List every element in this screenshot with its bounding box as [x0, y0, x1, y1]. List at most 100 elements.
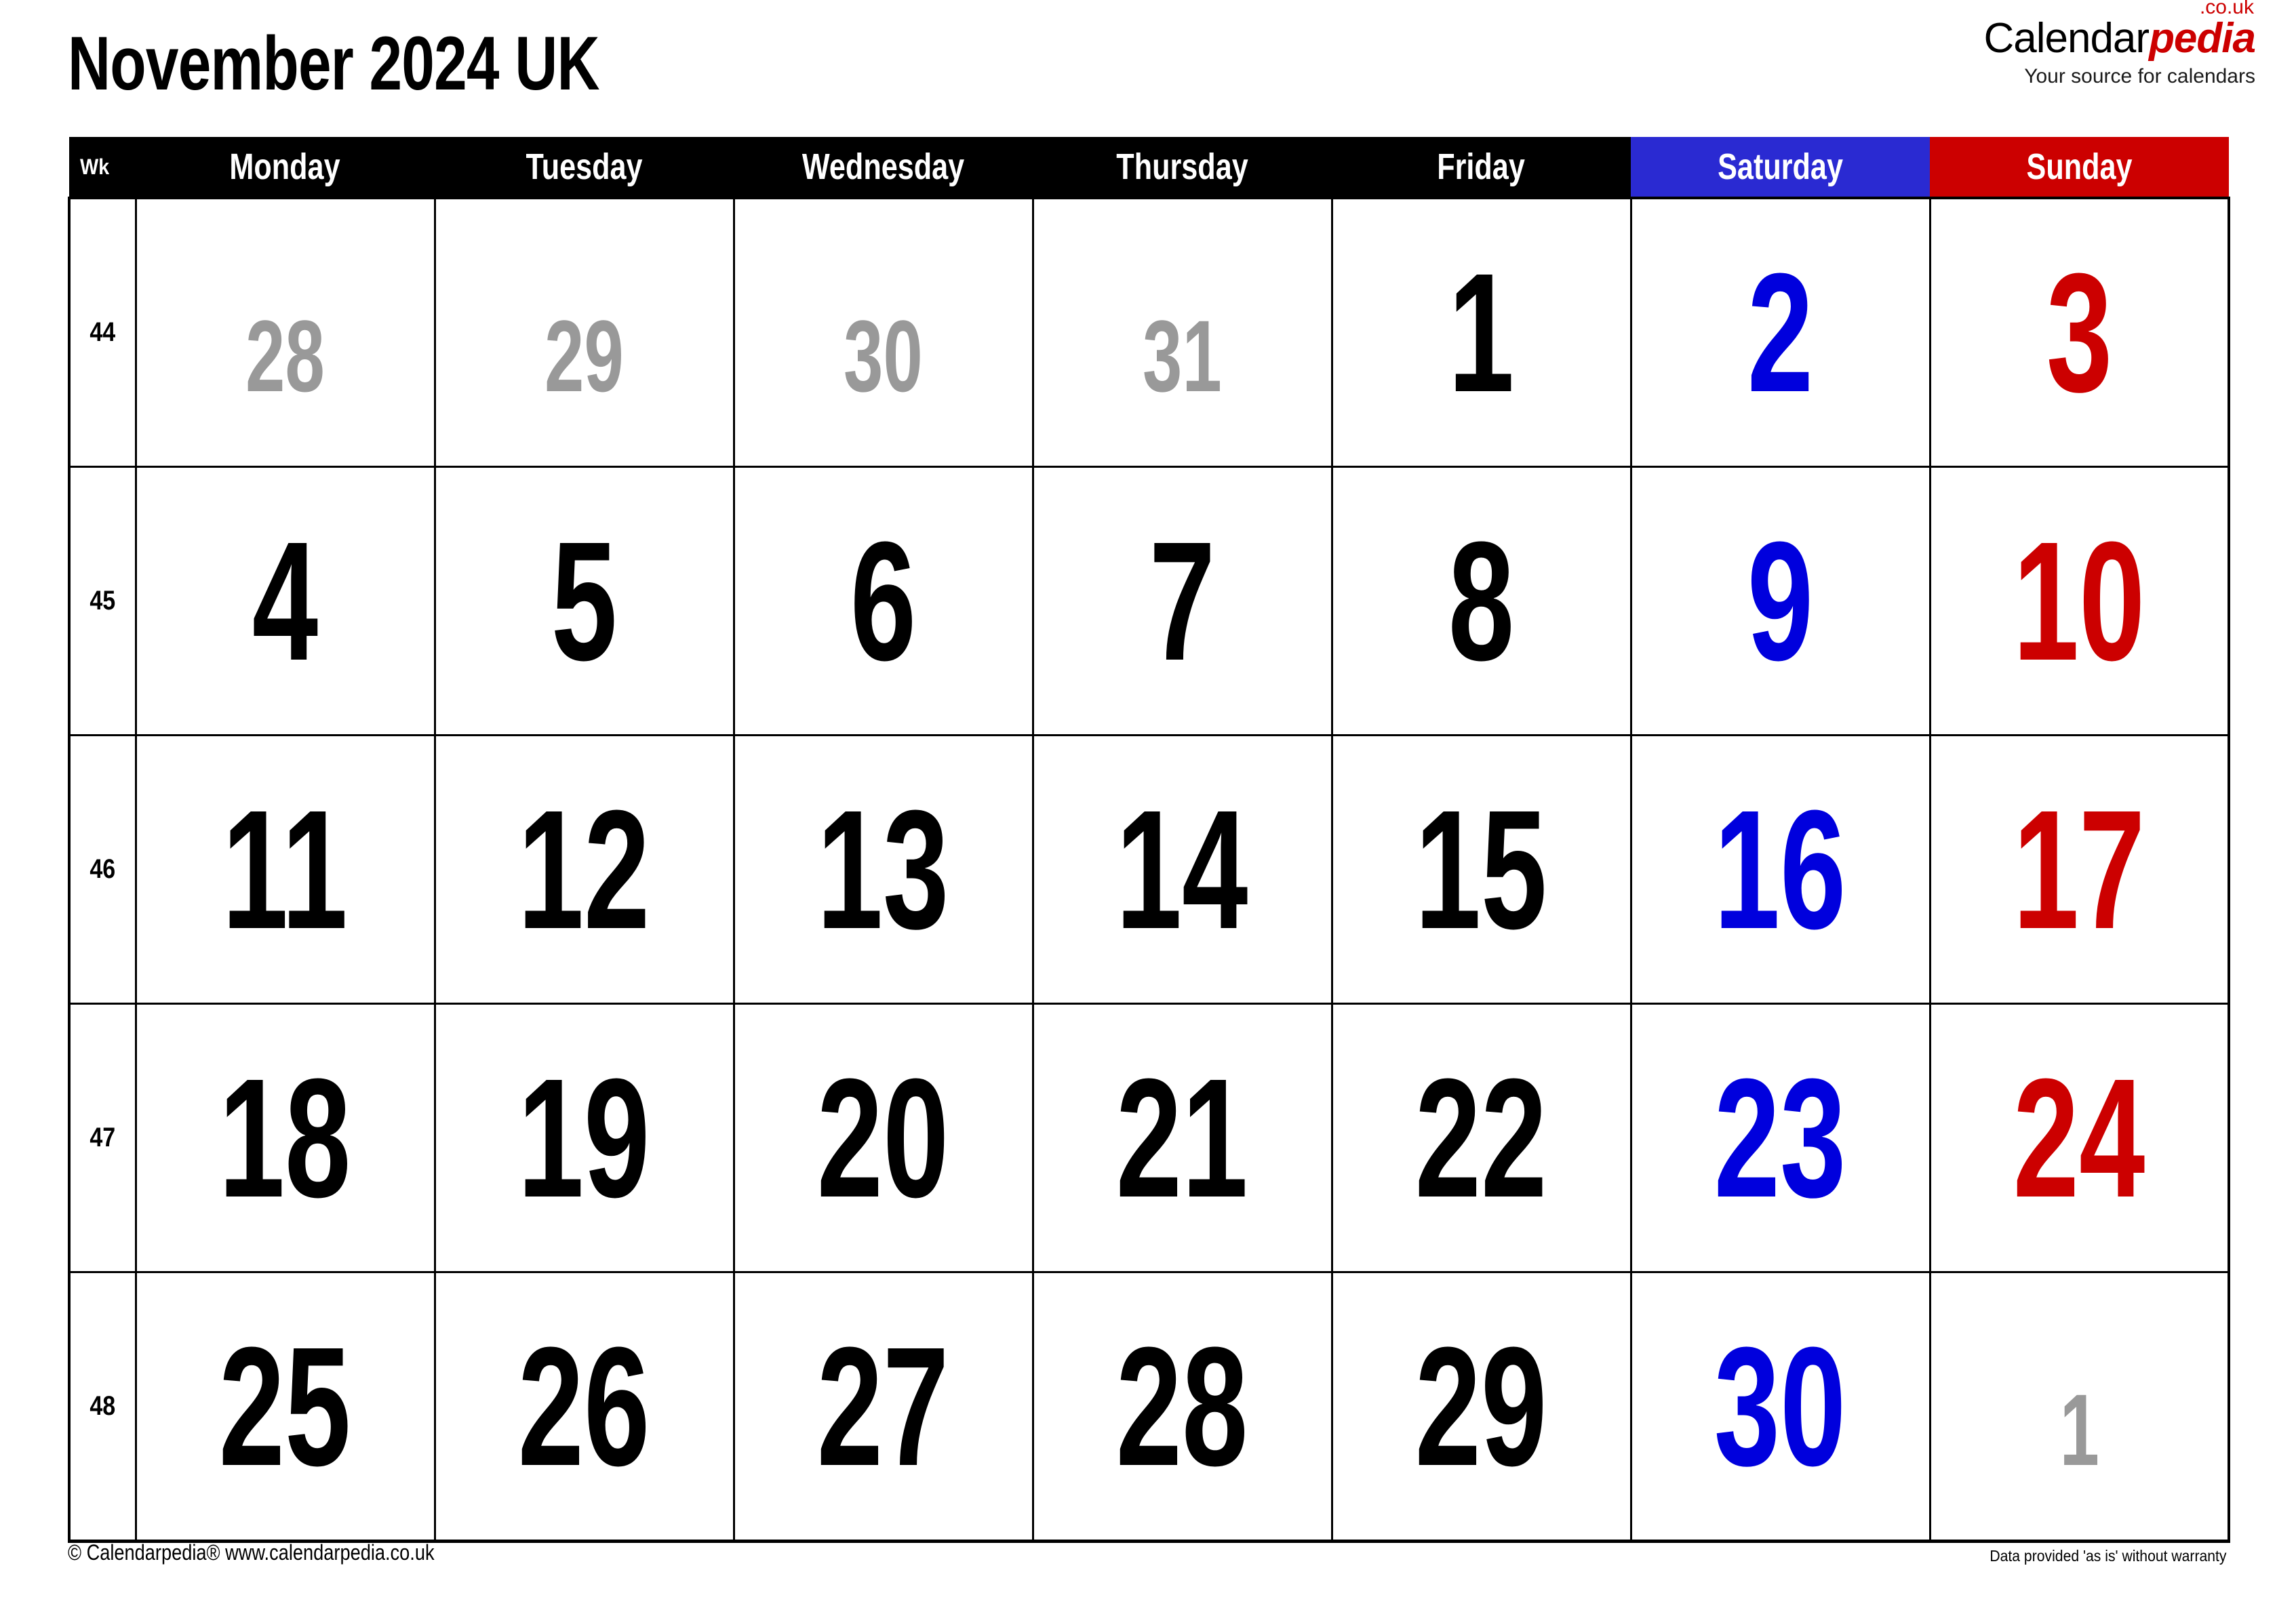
footer-copyright-text: © Calendarpedia® www.calendarpedia.co.uk: [68, 1540, 435, 1565]
day-number: 1: [1448, 237, 1515, 427]
calendar-page: November 2024 UK Calendarpedia .co.uk Yo…: [0, 0, 2296, 1608]
week-number-cell: 48: [68, 1271, 137, 1543]
day-cell[interactable]: 17: [1928, 734, 2230, 1005]
day-number: 17: [2013, 774, 2145, 964]
day-cell[interactable]: 15: [1330, 734, 1632, 1005]
day-number: 25: [219, 1311, 351, 1501]
day-number: 29: [1415, 1311, 1547, 1501]
day-cell[interactable]: 22: [1330, 1003, 1632, 1273]
day-cell[interactable]: 3: [1928, 197, 2230, 468]
day-cell[interactable]: 16: [1629, 734, 1931, 1005]
day-number: 4: [252, 506, 319, 696]
day-number: 7: [1149, 506, 1216, 696]
day-number: 24: [2013, 1043, 2145, 1232]
day-cell[interactable]: 28: [1031, 1271, 1333, 1543]
week-number-label: 47: [90, 1123, 116, 1152]
day-cell[interactable]: 23: [1629, 1003, 1931, 1273]
day-column-header-label: Thursday: [1116, 146, 1248, 187]
day-number: 15: [1415, 774, 1547, 964]
week-number-cell: 45: [68, 466, 137, 736]
page-title: November 2024 UK: [68, 21, 600, 106]
day-number: 19: [518, 1043, 650, 1232]
day-number: 28: [1116, 1311, 1248, 1501]
day-cell[interactable]: 21: [1031, 1003, 1333, 1273]
day-number: 13: [817, 774, 949, 964]
day-cell[interactable]: 29: [1330, 1271, 1632, 1543]
day-cell[interactable]: 6: [732, 466, 1034, 736]
day-cell[interactable]: 5: [433, 466, 735, 736]
day-number: 27: [817, 1311, 949, 1501]
day-cell[interactable]: 27: [732, 1271, 1034, 1543]
day-number: 30: [844, 298, 923, 413]
calendar-week-row: 46 11 12 13 14 15 16 17: [68, 734, 2230, 1005]
logo-pedia-text: pedia: [2149, 15, 2256, 62]
logo-tagline: Your source for calendars: [2024, 65, 2255, 87]
day-cell[interactable]: 10: [1928, 466, 2230, 736]
day-number: 21: [1116, 1043, 1248, 1232]
day-number: 8: [1448, 506, 1515, 696]
day-cell[interactable]: 9: [1629, 466, 1931, 736]
day-cell[interactable]: 2: [1629, 197, 1931, 468]
week-number-column-header: Wk: [69, 137, 136, 198]
day-cell[interactable]: 1: [1330, 197, 1632, 468]
day-column-header-label: Tuesday: [526, 146, 643, 187]
week-number-label: 44: [90, 317, 116, 347]
day-column-header-tuesday: Tuesday: [435, 137, 734, 198]
day-column-header-saturday: Saturday: [1631, 137, 1930, 198]
day-cell[interactable]: 26: [433, 1271, 735, 1543]
week-number-label: 46: [90, 854, 116, 884]
calendarpedia-logo[interactable]: Calendarpedia .co.uk Your source for cal…: [1903, 0, 2256, 113]
day-cell[interactable]: 28: [134, 197, 436, 468]
logo-calendar-text: Calendar: [1983, 15, 2150, 62]
day-cell[interactable]: 30: [732, 197, 1034, 468]
calendar-header-row: Wk Monday Tuesday Wednesday Thursday Friday Sa…: [69, 137, 2229, 198]
day-number: 31: [1143, 298, 1222, 413]
footer-copyright: © Calendarpedia® www.calendarpedia.co.uk: [68, 1540, 499, 1565]
day-number: 28: [245, 298, 325, 413]
calendar-week-row: 47 18 19 20 21 22 23 24: [68, 1003, 2230, 1273]
day-number: 12: [518, 774, 650, 964]
week-number-label: 48: [90, 1391, 116, 1421]
day-cell[interactable]: 1: [1928, 1271, 2230, 1543]
week-number-cell: 46: [68, 734, 137, 1005]
week-number-cell: 44: [68, 197, 137, 468]
day-number: 3: [2046, 237, 2112, 427]
day-cell[interactable]: 8: [1330, 466, 1632, 736]
day-cell[interactable]: 20: [732, 1003, 1034, 1273]
week-number-label: 45: [90, 586, 116, 616]
day-cell[interactable]: 13: [732, 734, 1034, 1005]
day-cell[interactable]: 29: [433, 197, 735, 468]
day-cell[interactable]: 31: [1031, 197, 1333, 468]
day-cell[interactable]: 4: [134, 466, 436, 736]
day-cell[interactable]: 19: [433, 1003, 735, 1273]
day-number: 2: [1747, 237, 1814, 427]
day-column-header-label: Sunday: [2026, 146, 2133, 187]
calendar-week-row: 45 4 5 6 7 8 9 10: [68, 466, 2230, 736]
footer-disclaimer-text: Data provided 'as is' without warranty: [1990, 1547, 2227, 1565]
day-number: 29: [545, 298, 624, 413]
day-number: 1: [2059, 1372, 2099, 1487]
day-number: 20: [817, 1043, 949, 1232]
day-cell[interactable]: 7: [1031, 466, 1333, 736]
day-column-header-thursday: Thursday: [1033, 137, 1332, 198]
footer-disclaimer: Data provided 'as is' without warranty: [1969, 1547, 2227, 1565]
day-cell[interactable]: 25: [134, 1271, 436, 1543]
week-number-cell: 47: [68, 1003, 137, 1273]
day-cell[interactable]: 12: [433, 734, 735, 1005]
day-cell[interactable]: 18: [134, 1003, 436, 1273]
day-column-header-wednesday: Wednesday: [734, 137, 1033, 198]
day-cell[interactable]: 11: [134, 734, 436, 1005]
day-cell[interactable]: 24: [1928, 1003, 2230, 1273]
day-number: 26: [518, 1311, 650, 1501]
day-cell[interactable]: 30: [1629, 1271, 1931, 1543]
day-number: 9: [1747, 506, 1814, 696]
day-cell[interactable]: 14: [1031, 734, 1333, 1005]
day-column-header-monday: Monday: [136, 137, 435, 198]
logo-tld-text: .co.uk: [2199, 0, 2254, 18]
day-number: 6: [850, 506, 917, 696]
day-column-header-label: Friday: [1437, 146, 1526, 187]
day-column-header-label: Monday: [229, 146, 341, 187]
day-number: 16: [1714, 774, 1846, 964]
day-number: 10: [2013, 506, 2145, 696]
day-number: 14: [1116, 774, 1248, 964]
